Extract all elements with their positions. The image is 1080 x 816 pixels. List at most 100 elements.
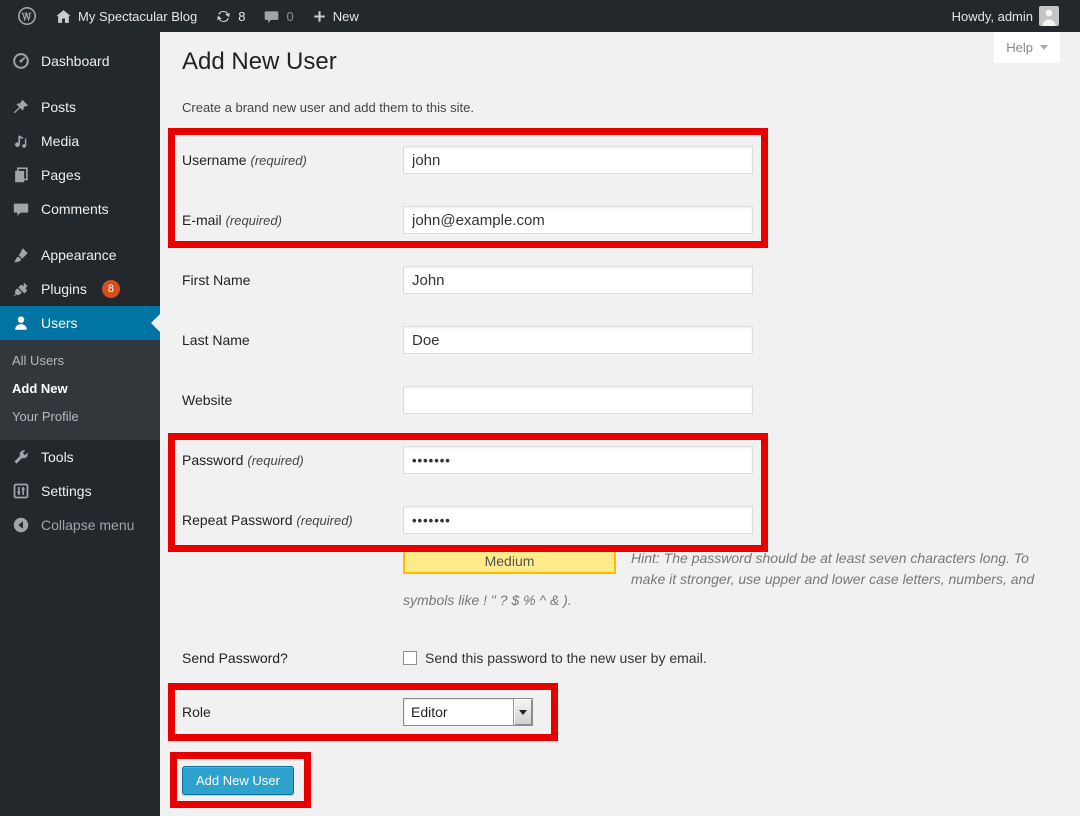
new-content-menu[interactable]: New — [303, 0, 368, 32]
sidebar-item-collapse-menu[interactable]: Collapse menu — [0, 508, 160, 542]
sidebar-item-label: Pages — [41, 167, 81, 183]
plus-icon — [312, 9, 327, 24]
last-name-input[interactable] — [403, 326, 753, 354]
submenu-item-all-users[interactable]: All Users — [0, 347, 160, 375]
add-new-user-button[interactable]: Add New User — [182, 766, 294, 795]
username-input[interactable] — [403, 146, 753, 174]
password-strength-meter: Medium — [403, 548, 616, 574]
sidebar-item-posts[interactable]: Posts — [0, 90, 160, 124]
chevron-down-icon — [1040, 45, 1048, 50]
comment-icon — [10, 200, 32, 218]
required-note: (required) — [296, 513, 352, 528]
users-icon — [10, 314, 32, 332]
admin-sidebar: Dashboard Posts Media Pages — [0, 32, 160, 816]
username-label: Username (required) — [182, 146, 403, 175]
wordpress-menu[interactable] — [8, 0, 46, 32]
select-dropdown-button[interactable] — [513, 699, 532, 725]
avatar — [1039, 6, 1059, 26]
repeat-password-row: Repeat Password (required) — [182, 506, 1062, 535]
collapse-icon — [10, 516, 32, 534]
sidebar-item-label: Posts — [41, 99, 76, 115]
page-subtitle: Create a brand new user and add them to … — [182, 100, 474, 115]
sidebar-item-settings[interactable]: Settings — [0, 474, 160, 508]
sidebar-item-appearance[interactable]: Appearance — [0, 238, 160, 272]
site-menu[interactable]: My Spectacular Blog — [46, 0, 206, 32]
repeat-password-label: Repeat Password (required) — [182, 506, 403, 535]
required-note: (required) — [247, 453, 303, 468]
role-select[interactable]: Editor — [403, 698, 533, 726]
howdy-text: Howdy, admin — [952, 9, 1033, 24]
password-strength-area: Medium Hint: The password should be at l… — [403, 548, 1036, 611]
settings-icon — [10, 482, 32, 500]
sidebar-item-tools[interactable]: Tools — [0, 440, 160, 474]
send-password-checkbox[interactable] — [403, 651, 417, 665]
pushpin-icon — [10, 98, 32, 116]
submenu-item-your-profile[interactable]: Your Profile — [0, 403, 160, 431]
chevron-down-icon — [519, 710, 527, 715]
sidebar-item-label: Collapse menu — [41, 517, 134, 533]
admin-bar: My Spectacular Blog 8 0 New Howdy, admin — [0, 0, 1080, 32]
update-count: 8 — [238, 9, 245, 24]
update-icon — [215, 8, 232, 25]
site-name: My Spectacular Blog — [78, 9, 197, 24]
account-menu[interactable]: Howdy, admin — [943, 0, 1068, 32]
password-label: Password (required) — [182, 446, 403, 475]
last-name-row: Last Name — [182, 326, 1062, 354]
last-name-label: Last Name — [182, 326, 403, 354]
required-note: (required) — [250, 153, 306, 168]
first-name-input[interactable] — [403, 266, 753, 294]
sidebar-item-label: Settings — [41, 483, 92, 499]
users-submenu: All Users Add New Your Profile — [0, 340, 160, 440]
sidebar-item-users[interactable]: Users — [0, 306, 160, 340]
role-selected-value: Editor — [404, 699, 513, 725]
password-input[interactable] — [403, 446, 753, 474]
submit-row: Add New User — [182, 766, 1062, 795]
pages-icon — [10, 166, 32, 184]
website-row: Website — [182, 386, 1062, 414]
dashboard-icon — [10, 52, 32, 70]
email-input[interactable] — [403, 206, 753, 234]
active-item-arrow — [151, 314, 160, 332]
sidebar-item-label: Plugins — [41, 281, 87, 297]
page-title: Add New User — [182, 48, 337, 76]
first-name-label: First Name — [182, 266, 403, 294]
sidebar-item-comments[interactable]: Comments — [0, 192, 160, 226]
first-name-row: First Name — [182, 266, 1062, 294]
password-row: Password (required) — [182, 446, 1062, 475]
role-label: Role — [182, 698, 403, 726]
role-row: Role Editor — [182, 698, 1062, 726]
sidebar-item-dashboard[interactable]: Dashboard — [0, 44, 160, 78]
plugin-icon — [10, 280, 32, 298]
sidebar-item-pages[interactable]: Pages — [0, 158, 160, 192]
home-icon — [55, 8, 72, 25]
sidebar-item-plugins[interactable]: Plugins 8 — [0, 272, 160, 306]
wordpress-logo-icon — [17, 6, 37, 26]
plugin-update-badge: 8 — [102, 280, 120, 298]
comments-menu[interactable]: 0 — [254, 0, 302, 32]
send-password-label: Send Password? — [182, 650, 403, 666]
sidebar-item-media[interactable]: Media — [0, 124, 160, 158]
comment-bubble-icon — [263, 8, 280, 25]
send-password-checkbox-label: Send this password to the new user by em… — [425, 650, 707, 666]
send-password-option: Send this password to the new user by em… — [403, 650, 707, 666]
comment-count: 0 — [286, 9, 293, 24]
email-label: E-mail (required) — [182, 206, 403, 235]
username-row: Username (required) — [182, 146, 1062, 175]
updates-menu[interactable]: 8 — [206, 0, 254, 32]
add-user-form: Username (required) E-mail (required) Fi… — [182, 146, 1062, 816]
help-button[interactable]: Help — [994, 32, 1060, 63]
media-icon — [10, 132, 32, 150]
email-row: E-mail (required) — [182, 206, 1062, 235]
new-label: New — [333, 9, 359, 24]
sidebar-item-label: Appearance — [41, 247, 117, 263]
sidebar-item-label: Dashboard — [41, 53, 110, 69]
appearance-icon — [10, 246, 32, 264]
send-password-row: Send Password? Send this password to the… — [182, 650, 1062, 666]
website-input[interactable] — [403, 386, 753, 414]
required-note: (required) — [226, 213, 282, 228]
sidebar-item-label: Comments — [41, 201, 109, 217]
submenu-item-add-new[interactable]: Add New — [0, 375, 160, 403]
sidebar-item-label: Tools — [41, 449, 74, 465]
repeat-password-input[interactable] — [403, 506, 753, 534]
website-label: Website — [182, 386, 403, 414]
